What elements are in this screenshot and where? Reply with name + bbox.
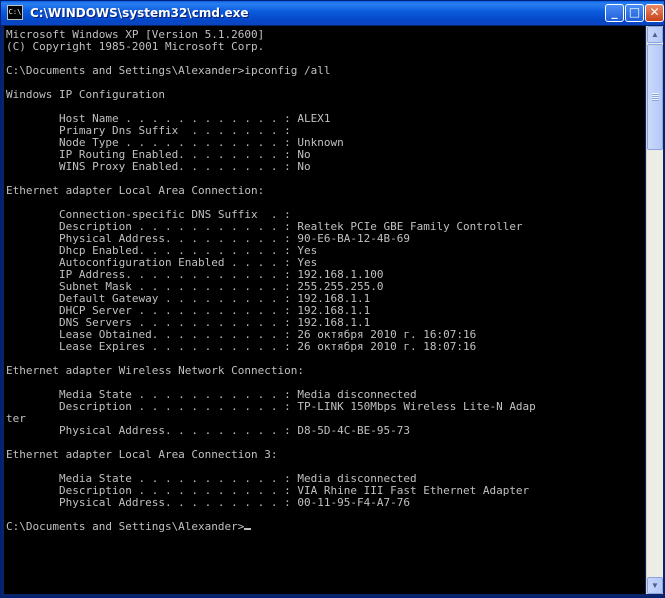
console-line: (C) Copyright 1985-2001 Microsoft Corp. xyxy=(6,40,265,53)
console-line: Ethernet adapter Wireless Network Connec… xyxy=(6,364,305,377)
console-line: Physical Address. . . . . . . . . : D8-5… xyxy=(6,424,410,437)
console-line: Description . . . . . . . . . . . : TP-L… xyxy=(6,400,536,413)
cmd-icon[interactable]: C:\ xyxy=(7,5,23,20)
window-title: C:\WINDOWS\system32\cmd.exe xyxy=(30,6,249,20)
console-line: Physical Address. . . . . . . . . : 00-1… xyxy=(6,496,410,509)
console-output-area[interactable]: Microsoft Windows XP [Version 5.1.2600] … xyxy=(4,26,645,594)
minimize-button[interactable]: _ xyxy=(605,4,624,22)
console-line: Lease Expires . . . . . . . . . . : 26 о… xyxy=(6,340,477,353)
console-line: C:\Documents and Settings\Alexander>ipco… xyxy=(6,64,331,77)
scroll-thumb[interactable] xyxy=(647,44,663,150)
text-cursor xyxy=(244,528,252,530)
scroll-down-arrow[interactable]: ▼ xyxy=(647,577,663,594)
console-line: Ethernet adapter Local Area Connection 3… xyxy=(6,448,278,461)
maximize-button[interactable]: □ xyxy=(625,4,644,22)
console-line: Windows IP Configuration xyxy=(6,88,165,101)
console-line: Ethernet adapter Local Area Connection: xyxy=(6,184,265,197)
console-line: C:\Documents and Settings\Alexander> xyxy=(6,520,245,533)
thumb-grip-icon xyxy=(652,93,659,101)
console-line: WINS Proxy Enabled. . . . . . . . : No xyxy=(6,160,311,173)
cmd-window: C:\ C:\WINDOWS\system32\cmd.exe _ □ ✕ Mi… xyxy=(0,0,665,598)
close-button[interactable]: ✕ xyxy=(645,4,664,22)
scroll-up-arrow[interactable]: ▲ xyxy=(647,26,663,43)
title-bar[interactable]: C:\ C:\WINDOWS\system32\cmd.exe _ □ ✕ xyxy=(1,1,664,25)
vertical-scrollbar[interactable]: ▲ ▼ xyxy=(646,26,663,594)
console-text: Microsoft Windows XP [Version 5.1.2600] … xyxy=(4,26,645,533)
